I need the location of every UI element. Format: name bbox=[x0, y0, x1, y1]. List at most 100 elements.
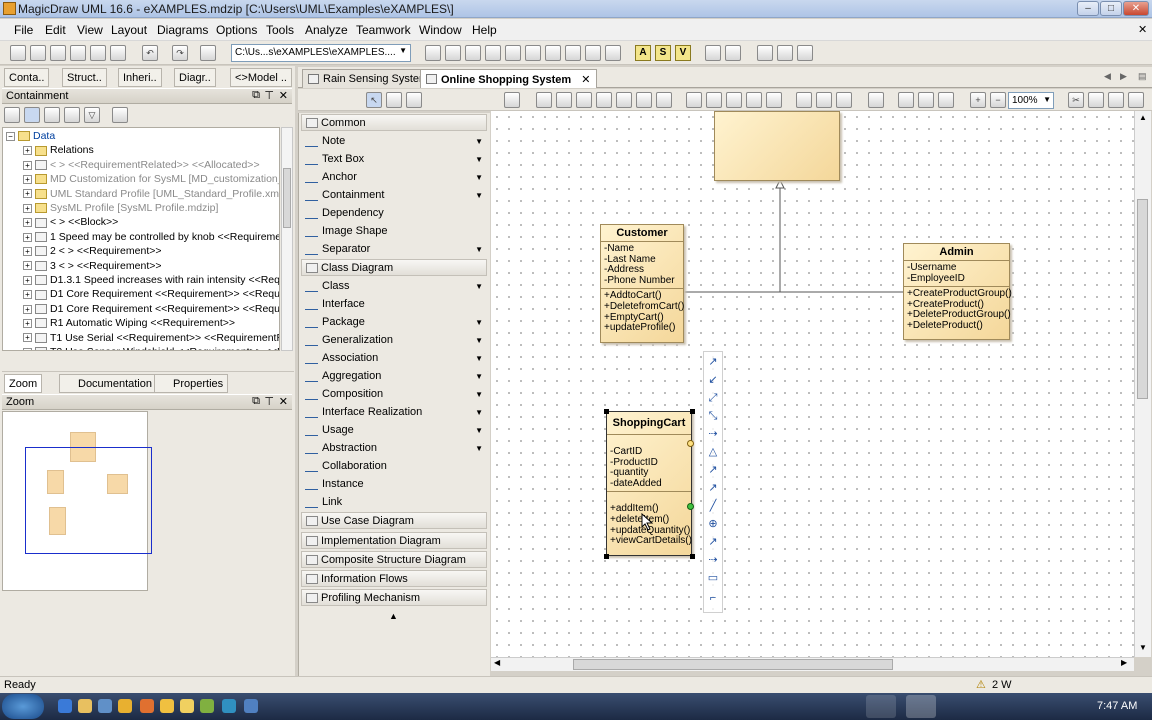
chevron-down-icon[interactable]: ▼ bbox=[475, 151, 483, 168]
taskbar-magicdraw-button[interactable] bbox=[906, 695, 936, 718]
chevron-down-icon[interactable]: ▼ bbox=[475, 404, 483, 421]
tab-rain-sensing-system[interactable]: Rain Sensing System bbox=[302, 69, 436, 88]
palette-item-abstraction[interactable]: Abstraction ▼ bbox=[301, 440, 487, 457]
expand-toggle-icon[interactable]: + bbox=[23, 261, 32, 271]
menu-layout[interactable]: Layout bbox=[111, 23, 147, 37]
copy-icon[interactable] bbox=[1088, 92, 1104, 108]
minimize-button[interactable]: – bbox=[1077, 1, 1099, 16]
resize-handle[interactable] bbox=[690, 409, 695, 414]
rectilinear-path-icon[interactable] bbox=[816, 92, 832, 108]
tree-scroll-thumb[interactable] bbox=[283, 168, 291, 228]
abstraction-tool-icon[interactable]: ╱ bbox=[706, 499, 720, 513]
tab-diagrams[interactable]: Diagr.. bbox=[174, 68, 216, 87]
expand-icon[interactable] bbox=[24, 107, 40, 123]
pin-icon[interactable]: ⊤ bbox=[264, 89, 274, 102]
folder-icon[interactable] bbox=[78, 699, 92, 713]
palette-item-instance[interactable]: Instance bbox=[301, 476, 487, 493]
containment-tool-icon[interactable]: ⊕ bbox=[706, 517, 720, 531]
expand-toggle-icon[interactable]: + bbox=[23, 189, 32, 199]
firefox-icon[interactable] bbox=[140, 699, 154, 713]
align-bottom-icon[interactable] bbox=[636, 92, 652, 108]
expand-toggle-icon[interactable]: + bbox=[23, 333, 32, 343]
open-project-icon[interactable] bbox=[30, 45, 46, 61]
tree-item[interactable]: + T2 Use Sensor Windshield <<Requirement>… bbox=[23, 345, 279, 350]
diagram-class-icon[interactable] bbox=[425, 45, 441, 61]
tab-model[interactable]: <>Model .. bbox=[230, 68, 292, 87]
sysml-a-icon[interactable]: A bbox=[635, 45, 651, 61]
realization-tool-icon[interactable]: ↗ bbox=[706, 463, 720, 477]
palette-item-dependency[interactable]: Dependency bbox=[301, 205, 487, 222]
chevron-down-icon[interactable]: ▼ bbox=[475, 241, 483, 258]
expand-toggle-icon[interactable]: + bbox=[23, 174, 32, 184]
menu-teamwork[interactable]: Teamwork bbox=[356, 23, 411, 37]
show-diagrams-icon[interactable] bbox=[64, 107, 80, 123]
palette-group-class-diagram[interactable]: Class Diagram bbox=[301, 259, 487, 277]
chevron-down-icon[interactable]: ▼ bbox=[475, 187, 483, 204]
note-tool-icon[interactable]: ▭ bbox=[706, 571, 720, 585]
bring-front-icon[interactable] bbox=[938, 92, 954, 108]
tree-item[interactable]: + UML Standard Profile [UML_Standard_Prof… bbox=[23, 187, 279, 201]
scroll-right-icon[interactable]: ▶ bbox=[1121, 658, 1127, 667]
app-icon[interactable] bbox=[244, 699, 258, 713]
tree-item[interactable]: + < > <<Block>> bbox=[23, 215, 118, 229]
sysml-v-icon[interactable]: V bbox=[675, 45, 691, 61]
tree-item[interactable]: +2 < > <<Requirement>> bbox=[23, 244, 162, 258]
expand-toggle-icon[interactable]: − bbox=[6, 131, 15, 141]
find-icon[interactable] bbox=[110, 45, 126, 61]
make-same-size-icon[interactable] bbox=[686, 92, 702, 108]
marquee-icon[interactable] bbox=[386, 92, 402, 108]
warning-icon[interactable]: ⚠ bbox=[976, 678, 986, 691]
pointer-icon[interactable]: ↖ bbox=[366, 92, 382, 108]
expand-toggle-icon[interactable]: + bbox=[23, 160, 32, 170]
notes-icon[interactable] bbox=[797, 45, 813, 61]
palette-item-image-shape[interactable]: Image Shape bbox=[301, 223, 487, 240]
palette-item-containment[interactable]: Containment ▼ bbox=[301, 187, 487, 204]
dependency-tool-icon[interactable]: ⇢ bbox=[706, 427, 720, 441]
directed-association-icon[interactable]: ↙ bbox=[706, 373, 720, 387]
clock[interactable]: 7:47 AM bbox=[1097, 700, 1137, 712]
close-window-button[interactable]: ✕ bbox=[1123, 1, 1149, 16]
menu-file[interactable]: File bbox=[14, 23, 33, 37]
chevron-down-icon[interactable]: ▼ bbox=[475, 386, 483, 403]
tree-item[interactable]: + MD Customization for SysML [MD_customiz… bbox=[23, 172, 279, 186]
lock-icon[interactable] bbox=[406, 92, 422, 108]
redo-icon[interactable]: ↷ bbox=[172, 45, 188, 61]
compartment-handle[interactable] bbox=[687, 440, 694, 447]
ungroup-icon[interactable] bbox=[918, 92, 934, 108]
tree-item[interactable]: + R1 Automatic Wiping <<Requirement>> bbox=[23, 316, 235, 330]
generalization-line-customer[interactable] bbox=[683, 182, 781, 293]
expand-toggle-icon[interactable]: + bbox=[23, 275, 32, 285]
project-path-combo[interactable]: C:\Us...s\eXAMPLES\eXAMPLES.... ▼ bbox=[231, 44, 411, 62]
align-left-icon[interactable] bbox=[536, 92, 552, 108]
app-icon[interactable] bbox=[200, 699, 214, 713]
tree-item[interactable]: +1 Speed may be controlled by knob <<Req… bbox=[23, 230, 279, 244]
make-same-width-icon[interactable] bbox=[706, 92, 722, 108]
class-customer[interactable]: Customer -Name -Last Name -Address -Phon… bbox=[600, 224, 684, 343]
palette-item-generalization[interactable]: Generalization ▼ bbox=[301, 332, 487, 349]
palette-item-interface[interactable]: Interface bbox=[301, 296, 487, 313]
zoom-level-combo[interactable]: 100% ▼ bbox=[1008, 92, 1054, 109]
fill-color-icon[interactable] bbox=[868, 92, 884, 108]
tab-containment[interactable]: Conta.. bbox=[4, 68, 50, 87]
bezier-path-icon[interactable] bbox=[836, 92, 852, 108]
start-button[interactable] bbox=[2, 694, 44, 719]
zoom-overview[interactable] bbox=[2, 411, 152, 591]
class-admin[interactable]: Admin -Username -EmployeeID +CreateProdu… bbox=[903, 243, 1012, 340]
palette-group-use-case-diagram[interactable]: Use Case Diagram bbox=[301, 512, 487, 530]
superclass-box[interactable] bbox=[714, 111, 840, 181]
group-icon[interactable] bbox=[898, 92, 914, 108]
chevron-down-icon[interactable]: ▼ bbox=[475, 422, 483, 439]
expand-toggle-icon[interactable]: + bbox=[23, 246, 32, 256]
float-panel-icon[interactable]: ⧉ bbox=[252, 89, 260, 102]
palette-group-information-flows[interactable]: Information Flows bbox=[301, 570, 487, 587]
validate-icon[interactable] bbox=[200, 45, 216, 61]
generalization-tool-icon[interactable]: △ bbox=[706, 445, 720, 459]
new-project-icon[interactable] bbox=[10, 45, 26, 61]
expand-toggle-icon[interactable]: + bbox=[23, 318, 32, 328]
menu-diagrams[interactable]: Diagrams bbox=[157, 23, 208, 37]
association-tool-icon[interactable]: ↗ bbox=[706, 355, 720, 369]
menu-help[interactable]: Help bbox=[472, 23, 497, 37]
close-panel-icon[interactable]: ✕ bbox=[279, 395, 288, 408]
app-icon[interactable] bbox=[222, 699, 236, 713]
tree-item[interactable]: + Relations bbox=[23, 143, 94, 157]
